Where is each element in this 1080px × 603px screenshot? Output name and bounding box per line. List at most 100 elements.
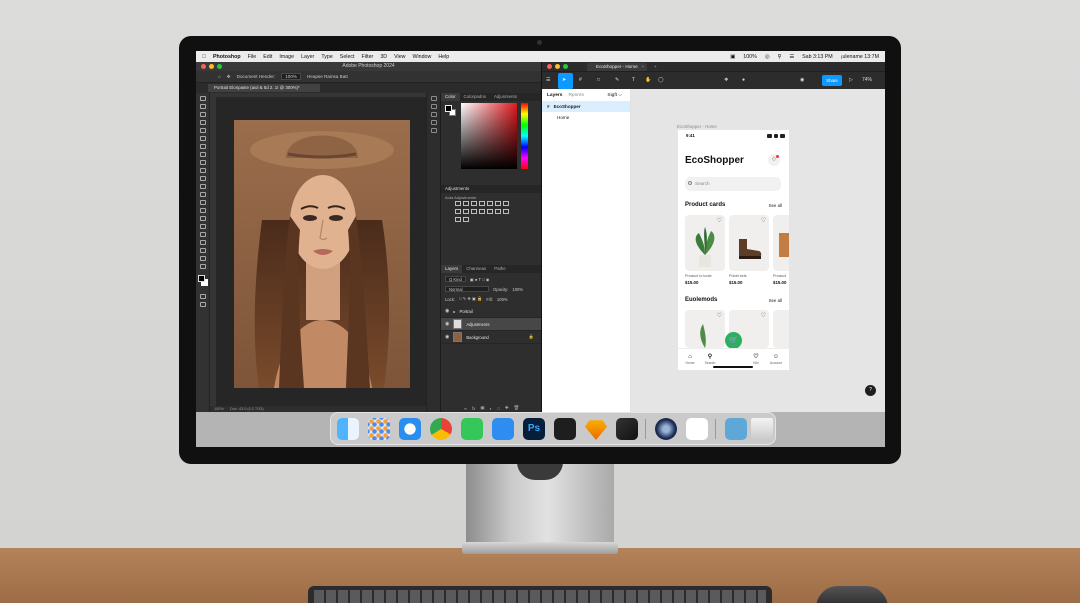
- menu-image[interactable]: Image: [279, 54, 294, 60]
- layer-row[interactable]: ◉ Background 🔒: [441, 331, 542, 344]
- crop-tool-icon[interactable]: [199, 128, 206, 133]
- tab-layers[interactable]: Layers: [441, 265, 463, 273]
- eyedropper-icon[interactable]: [199, 144, 206, 149]
- pen-tool-icon[interactable]: [199, 216, 206, 221]
- layer-row[interactable]: ◉ Adjustments: [441, 318, 542, 331]
- close-button[interactable]: [547, 64, 552, 69]
- launchpad-icon[interactable]: [368, 418, 390, 440]
- minimize-button[interactable]: [209, 64, 214, 69]
- eye-icon[interactable]: ◉: [445, 308, 449, 314]
- zoom-button[interactable]: [217, 64, 222, 69]
- history-brush-icon[interactable]: [199, 176, 206, 181]
- blend-mode-select[interactable]: Normal: [445, 286, 489, 292]
- bell-icon[interactable]: ♢: [768, 154, 780, 166]
- clone-stamp-icon[interactable]: [199, 168, 206, 173]
- screen-mode-icon[interactable]: [199, 302, 206, 307]
- zoom-field[interactable]: 100%: [281, 73, 301, 80]
- heart-icon[interactable]: ♡: [717, 217, 722, 224]
- menu-filter[interactable]: Filter: [362, 54, 374, 60]
- gradient-icon[interactable]: [199, 192, 206, 197]
- close-button[interactable]: [201, 64, 206, 69]
- selective-color-icon[interactable]: [463, 217, 469, 222]
- menu-help[interactable]: Help: [438, 54, 449, 60]
- hue-sat-icon[interactable]: [495, 201, 501, 206]
- search-bar[interactable]: Search: [685, 177, 781, 191]
- magic-wand-icon[interactable]: [199, 120, 206, 125]
- frame-label[interactable]: EcoShopper - Home: [677, 124, 717, 129]
- heart-icon[interactable]: ♡: [717, 312, 722, 319]
- lasso-tool-icon[interactable]: [199, 112, 206, 117]
- frame-tool-icon[interactable]: #: [579, 77, 582, 83]
- apple-menu-icon[interactable]: : [202, 54, 206, 60]
- finder-icon[interactable]: [337, 418, 359, 440]
- group-icon[interactable]: □: [497, 406, 500, 411]
- tab-paths[interactable]: Pathe: [490, 265, 509, 273]
- more-tools-icon[interactable]: [199, 264, 206, 269]
- final-cut-icon[interactable]: [616, 418, 638, 440]
- quick-mask-icon[interactable]: [199, 294, 206, 299]
- brush-tool-icon[interactable]: [199, 160, 206, 165]
- eye-icon[interactable]: ◉: [445, 334, 449, 340]
- nav-account[interactable]: ☺ Account: [768, 354, 784, 365]
- actions-panel-icon[interactable]: [430, 104, 437, 109]
- frame-tool-icon[interactable]: [199, 136, 206, 141]
- new-tab-icon[interactable]: +: [654, 62, 657, 71]
- heart-icon[interactable]: ♡: [761, 217, 766, 224]
- heart-icon[interactable]: ♡: [761, 312, 766, 319]
- tab-color[interactable]: Color: [441, 93, 460, 101]
- link-icon[interactable]: ∞: [464, 406, 467, 411]
- new-layer-icon[interactable]: ✚: [505, 405, 509, 411]
- home-icon[interactable]: ⌂: [218, 74, 221, 79]
- tab-adjustments[interactable]: Adjusrsents: [490, 93, 521, 101]
- tab-channels[interactable]: Channeas: [462, 265, 490, 273]
- share-button[interactable]: Share: [822, 75, 842, 86]
- eraser-icon[interactable]: [199, 184, 206, 189]
- cart-button[interactable]: 🛒: [725, 332, 742, 349]
- color-swatches[interactable]: [196, 275, 210, 291]
- levels-icon[interactable]: [463, 201, 469, 206]
- play-icon[interactable]: ▷: [849, 77, 853, 83]
- mask-icon[interactable]: ▣: [480, 405, 484, 411]
- cinema4d-icon[interactable]: [655, 418, 677, 440]
- shape-tool-icon[interactable]: [199, 240, 206, 245]
- app-menu[interactable]: Photoshop: [213, 54, 241, 60]
- avatar[interactable]: ◉: [800, 77, 804, 83]
- document-tab[interactable]: Portrait Elonpaste (aiol & 5d 2. 1I @ 30…: [208, 84, 320, 92]
- hand-tool-icon[interactable]: ✋: [645, 77, 651, 83]
- portrait-photo[interactable]: [234, 120, 410, 388]
- exposure-icon[interactable]: [479, 201, 485, 206]
- character-panel-icon[interactable]: [430, 128, 437, 133]
- figma-canvas[interactable]: EcoShopper - Home 9:41 EcoShopper ♢ Sear…: [632, 89, 885, 412]
- zoom-tool-icon[interactable]: [199, 256, 206, 261]
- layer-row[interactable]: ◉ ▸ Portrail: [441, 305, 542, 318]
- menu-window[interactable]: Window: [412, 54, 431, 60]
- history-panel-icon[interactable]: [430, 96, 437, 101]
- trash-icon[interactable]: [751, 418, 773, 440]
- chrome-icon[interactable]: [430, 418, 452, 440]
- layer-row-ecoshopper[interactable]: # EcoShopper: [542, 101, 630, 112]
- rectangle-tool-icon[interactable]: □: [597, 77, 600, 83]
- move-tool-icon[interactable]: [199, 96, 206, 101]
- photo-filter-icon[interactable]: [463, 209, 469, 214]
- theme-toggle-icon[interactable]: ●: [742, 77, 745, 83]
- posterize-icon[interactable]: [495, 209, 501, 214]
- minimize-button[interactable]: [555, 64, 560, 69]
- fill-value[interactable]: 100%: [497, 297, 508, 302]
- type-tool-icon[interactable]: [199, 224, 206, 229]
- hand-tool-icon[interactable]: [199, 248, 206, 253]
- page-selector[interactable]: Sigft ⌵: [607, 92, 622, 98]
- properties-panel-icon[interactable]: [430, 112, 437, 117]
- menu-view[interactable]: View: [394, 54, 405, 60]
- menu-select[interactable]: Select: [340, 54, 355, 60]
- close-tab-icon[interactable]: ×: [641, 63, 644, 71]
- figma-file-tab[interactable]: EcoShopper - Home ×: [587, 63, 647, 71]
- nav-home[interactable]: ⌂ Home: [682, 354, 698, 365]
- photoshop-icon[interactable]: Ps: [523, 418, 545, 440]
- zoom-button[interactable]: [563, 64, 568, 69]
- tab-layers[interactable]: Layers: [547, 93, 562, 98]
- lock-icon[interactable]: 🔒: [529, 334, 534, 340]
- zoom-menu[interactable]: 74%: [862, 77, 872, 83]
- product-card[interactable]: ♡: [729, 215, 769, 271]
- move-tool-icon[interactable]: ✥: [227, 74, 231, 80]
- hue-slider[interactable]: [521, 103, 528, 169]
